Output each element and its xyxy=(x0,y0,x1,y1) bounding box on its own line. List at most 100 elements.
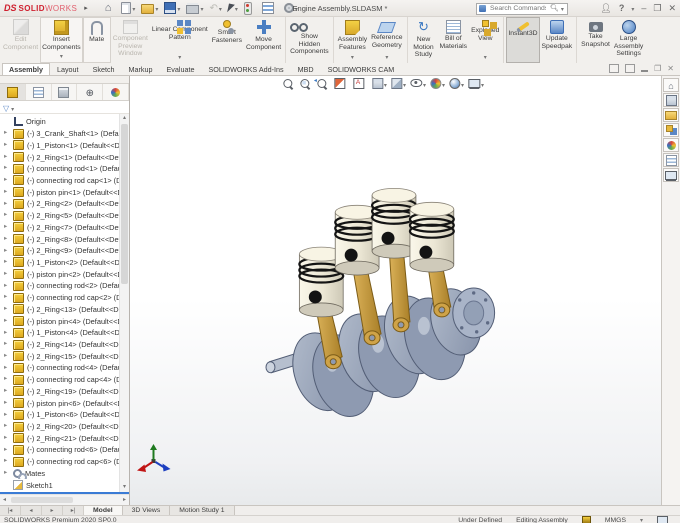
tree-item[interactable]: ▸ (-) 2_Ring<1> (Default<<Defau xyxy=(0,151,120,163)
panel-tab-displaymanager[interactable] xyxy=(103,84,129,100)
ribbon-button-insert-components[interactable]: Insert Components xyxy=(40,17,83,63)
chevron-down-icon[interactable] xyxy=(60,53,63,61)
units-dropdown-icon[interactable] xyxy=(640,517,643,523)
tree-item[interactable]: ▸ (-) connecting rod cap<6> (De xyxy=(0,456,120,468)
model-tab-3d-views[interactable]: 3D Views xyxy=(122,506,171,515)
ribbon-button-update-speedpak[interactable]: Update Speedpak xyxy=(540,17,578,63)
quick-access-button-file-properties[interactable] xyxy=(261,2,278,14)
expand-arrow-icon[interactable]: ▸ xyxy=(4,259,10,266)
expand-arrow-icon[interactable]: ▸ xyxy=(4,153,10,161)
close-window-icon[interactable]: ✕ xyxy=(668,3,676,13)
expand-arrow-icon[interactable]: ▸ xyxy=(4,329,10,337)
model-tab-motion-study-1[interactable]: Motion Study 1 xyxy=(170,506,235,515)
expand-arrow-icon[interactable]: ▸ xyxy=(4,317,10,325)
tree-item[interactable]: ▸ (-) 2_Ring<13> (Default<<Def xyxy=(0,304,120,316)
quick-access-button-home[interactable] xyxy=(105,3,116,14)
tree-item[interactable]: ▸ (-) 1_Piston<2> (Default<<Def xyxy=(0,257,120,269)
ribbon-button-mate[interactable]: Mate xyxy=(82,17,111,63)
panel-tab-dimxpertmanager[interactable] xyxy=(77,84,104,100)
view-tool-button-apply-scene[interactable] xyxy=(448,76,464,92)
tree-item[interactable]: ▸ (-) 2_Ring<2> (Default<<Defau xyxy=(0,198,120,210)
tree-item[interactable]: ▸ (-) connecting rod<4> (Default xyxy=(0,362,120,374)
view-tool-button-section-view[interactable] xyxy=(333,76,349,92)
tree-item[interactable]: ▸ (-) 2_Ring<21> (Default<<Def xyxy=(0,432,120,444)
expand-arrow-icon[interactable]: ▸ xyxy=(4,458,10,465)
quick-access-button-undo[interactable] xyxy=(209,3,221,14)
view-tool-button-previous-view[interactable] xyxy=(314,76,330,92)
tree-item[interactable]: ▸ (-) connecting rod<6> (Default xyxy=(0,444,120,456)
search-icon[interactable]: 🔍︎ xyxy=(550,5,559,12)
tree-item[interactable]: ▸ (-) 2_Ring<20> (Default<<Def xyxy=(0,421,120,433)
task-pane-button-appearances-scenes[interactable] xyxy=(663,138,679,152)
ribbon-button-assembly-features[interactable]: Assembly Features xyxy=(336,17,369,63)
expand-arrow-icon[interactable]: ▸ xyxy=(4,212,10,219)
view-tool-button-display-style[interactable] xyxy=(390,76,406,92)
view-tool-button-hide-show-items[interactable] xyxy=(409,76,426,92)
command-tab-solidworks-cam[interactable]: SOLIDWORKS CAM xyxy=(321,63,402,75)
tree-item[interactable]: ▸ (-) piston pin<6> (Default<<D xyxy=(0,397,120,409)
units-label[interactable]: MMGS xyxy=(605,517,626,523)
scroll-up-icon[interactable]: ▴ xyxy=(120,114,129,123)
command-tab-markup[interactable]: Markup xyxy=(122,63,160,75)
view-tool-button-dynamic-annotation-views[interactable] xyxy=(352,76,368,92)
chevron-down-icon[interactable] xyxy=(403,76,406,92)
ribbon-button-show-hidden-components[interactable]: Show Hidden Components xyxy=(288,17,334,63)
expand-arrow-icon[interactable]: ▸ xyxy=(4,364,10,372)
expand-arrow-icon[interactable]: ▸ xyxy=(4,470,10,477)
quick-tips-icon[interactable] xyxy=(657,516,668,523)
chevron-down-icon[interactable] xyxy=(385,54,388,62)
tree-item[interactable]: ▸ (-) connecting rod cap<4> (De xyxy=(0,374,120,386)
ribbon-button-reference-geometry[interactable]: Reference Geometry xyxy=(369,17,408,63)
tree-vertical-scrollbar[interactable]: ▴ ▾ xyxy=(119,114,129,492)
chevron-down-icon[interactable] xyxy=(178,54,181,62)
expand-arrow-icon[interactable]: ▸ xyxy=(4,434,10,442)
tree-item[interactable]: ▸ (-) 3_Crank_Shaft<1> (Default< xyxy=(0,128,120,140)
ribbon-button-take-snapshot[interactable]: Take Snapshot xyxy=(579,17,612,63)
quick-access-button-print[interactable] xyxy=(186,2,203,14)
split-pane-icon[interactable] xyxy=(609,64,620,73)
tree-horizontal-scrollbar[interactable]: ◂ ▸ xyxy=(0,494,129,505)
expand-arrow-icon[interactable]: ▸ xyxy=(4,130,10,137)
chevron-down-icon[interactable] xyxy=(200,4,203,13)
chevron-down-icon[interactable] xyxy=(384,76,387,92)
tree-item[interactable]: ▸ Origin xyxy=(0,116,120,128)
expand-arrow-icon[interactable]: ▸ xyxy=(4,224,10,231)
expand-arrow-icon[interactable]: ▸ xyxy=(4,235,10,243)
ribbon-button-new-motion-study[interactable]: New Motion Study xyxy=(410,17,438,63)
expand-arrow-icon[interactable]: ▸ xyxy=(4,294,10,301)
quick-access-button-save[interactable] xyxy=(164,2,180,14)
task-pane-button-solidworks-forum[interactable] xyxy=(663,168,679,182)
tab-nav-button-last-tab[interactable]: ▸| xyxy=(63,506,84,515)
command-tab-evaluate[interactable]: Evaluate xyxy=(160,63,202,75)
close-document-icon[interactable]: ✕ xyxy=(667,64,674,73)
ribbon-button-edit-component[interactable]: Edit Component xyxy=(1,17,40,63)
task-pane-button-solidworks-resources[interactable] xyxy=(663,78,679,92)
expand-arrow-icon[interactable]: ▸ xyxy=(4,341,10,348)
expand-arrow-icon[interactable]: ▸ xyxy=(4,352,10,360)
expand-arrow-icon[interactable]: ▸ xyxy=(4,388,10,395)
tree-item[interactable]: ▸ (-) 2_Ring<9> (Default<<Defau xyxy=(0,245,120,257)
tree-item[interactable]: ▸ Sketch1 xyxy=(0,479,120,491)
help-icon[interactable]: ? xyxy=(619,3,625,13)
restore-document-icon[interactable]: ❐ xyxy=(654,64,661,73)
chevron-down-icon[interactable] xyxy=(219,4,222,13)
restore-window-icon[interactable]: ❐ xyxy=(653,3,661,13)
expand-arrow-icon[interactable]: ▸ xyxy=(4,247,10,255)
ribbon-button-move-component[interactable]: Move Component xyxy=(244,17,287,63)
expand-arrow-icon[interactable]: ▸ xyxy=(4,399,10,407)
expand-arrow-icon[interactable]: ▸ xyxy=(4,376,10,383)
tree-item[interactable]: ▸ (-) 2_Ring<5> (Default<<Defau xyxy=(0,210,120,222)
search-commands-box[interactable]: 🔍︎ xyxy=(476,2,568,15)
tree-item[interactable]: ▸ Mates xyxy=(0,468,120,480)
engine-assembly-model[interactable] xyxy=(130,76,661,505)
chevron-down-icon[interactable] xyxy=(484,54,487,62)
command-tab-sketch[interactable]: Sketch xyxy=(86,63,122,75)
view-tool-button-view-settings[interactable] xyxy=(468,76,484,92)
command-tab-layout[interactable]: Layout xyxy=(50,63,86,75)
tab-nav-button-first-tab[interactable]: |◂ xyxy=(0,506,21,515)
expand-arrow-icon[interactable]: ▸ xyxy=(4,165,10,172)
chevron-down-icon[interactable] xyxy=(295,4,298,13)
tree-item[interactable]: ▸ (-) 2_Ring<14> (Default<<Def xyxy=(0,339,120,351)
task-pane-button-view-palette[interactable] xyxy=(663,123,679,137)
ribbon-button-smart-fasteners[interactable]: Smart Fasteners xyxy=(210,17,244,63)
